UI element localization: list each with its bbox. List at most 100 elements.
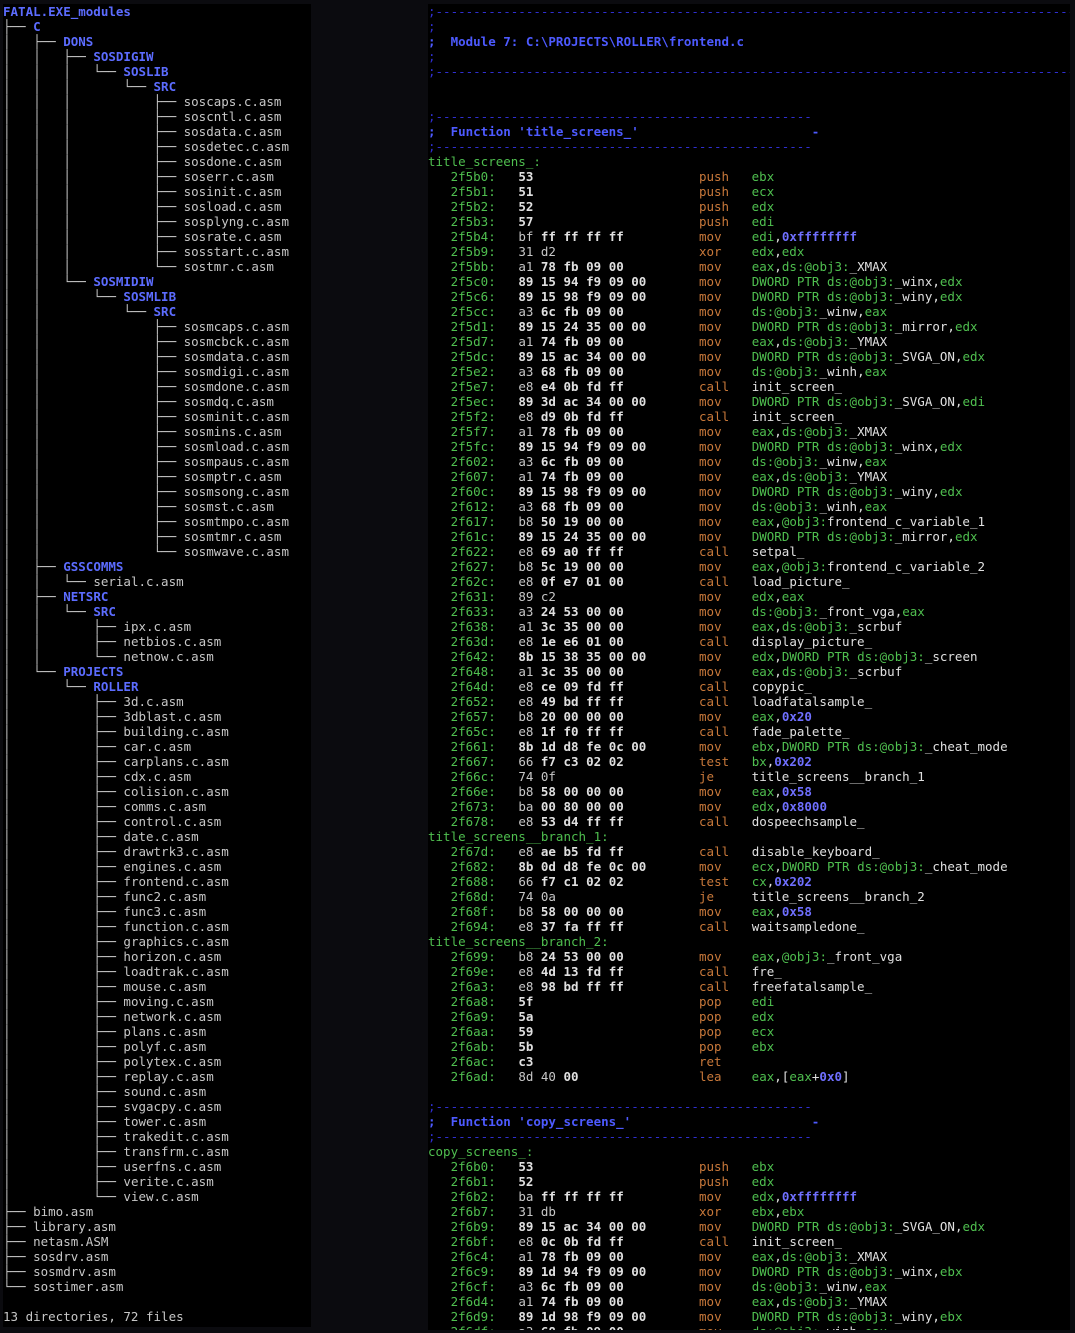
instruction-row[interactable]: 2f642: 8b 15 38 35 00 00 mov edx,DWORD P… <box>428 649 1070 664</box>
instruction-address[interactable]: 2f678: <box>451 814 496 829</box>
tree-file[interactable]: userfns.c.asm <box>123 1159 221 1174</box>
tree-directory[interactable]: SOSMIDIW <box>93 274 153 289</box>
instruction-row[interactable]: 2f5d7: a1 74 fb 09 00 mov eax,ds:@obj3:_… <box>428 334 1070 349</box>
tree-row[interactable]: │ ├── date.c.asm <box>3 829 311 844</box>
tree-file[interactable]: tower.c.asm <box>123 1114 206 1129</box>
instruction-address[interactable]: 2f688: <box>451 874 496 889</box>
instruction-row[interactable]: 2f5dc: 89 15 ac 34 00 00 mov DWORD PTR d… <box>428 349 1070 364</box>
tree-row[interactable]: │ ├── carplans.c.asm <box>3 754 311 769</box>
instruction-address[interactable]: 2f617: <box>451 514 496 529</box>
tree-file[interactable]: sosmcbck.c.asm <box>184 334 289 349</box>
tree-row[interactable]: │ ├── func2.c.asm <box>3 889 311 904</box>
instruction-row[interactable]: 2f5fc: 89 15 94 f9 09 00 mov DWORD PTR d… <box>428 439 1070 454</box>
instruction-address[interactable]: 2f62c: <box>451 574 496 589</box>
tree-file[interactable]: date.c.asm <box>123 829 198 844</box>
tree-row[interactable]: │ ├── trakedit.c.asm <box>3 1129 311 1144</box>
instruction-address[interactable]: 2f69e: <box>451 964 496 979</box>
instruction-address[interactable]: 2f6a9: <box>451 1009 496 1024</box>
instruction-row[interactable]: 2f6b1: 52 push edx <box>428 1174 1070 1189</box>
tree-row[interactable]: │ │ ├── sosmpaus.c.asm <box>3 454 311 469</box>
instruction-row[interactable]: 2f638: a1 3c 35 00 00 mov eax,ds:@obj3:_… <box>428 619 1070 634</box>
tree-row[interactable]: │ └── ROLLER <box>3 679 311 694</box>
tree-file[interactable]: soscntl.c.asm <box>184 109 282 124</box>
instruction-address[interactable]: 2f699: <box>451 949 496 964</box>
instruction-address[interactable]: 2f5d1: <box>451 319 496 334</box>
instruction-address[interactable]: 2f642: <box>451 649 496 664</box>
tree-row[interactable]: │ │ ├── sosmdigi.c.asm <box>3 364 311 379</box>
tree-row[interactable]: │ │ ├── netbios.c.asm <box>3 634 311 649</box>
instruction-row[interactable]: 2f5f7: a1 78 fb 09 00 mov eax,ds:@obj3:_… <box>428 424 1070 439</box>
instruction-address[interactable]: 2f5b9: <box>451 244 496 259</box>
tree-row[interactable]: │ ├── plans.c.asm <box>3 1024 311 1039</box>
tree-file[interactable]: sosmload.c.asm <box>184 439 289 454</box>
instruction-address[interactable]: 2f6ad: <box>451 1069 496 1084</box>
instruction-address[interactable]: 2f5c0: <box>451 274 496 289</box>
instruction-address[interactable]: 2f5b0: <box>451 169 496 184</box>
instruction-row[interactable]: 2f667: 66 f7 c3 02 02 test bx,0x202 <box>428 754 1070 769</box>
tree-row[interactable]: │ │ │ ├── sosdone.c.asm <box>3 154 311 169</box>
tree-row[interactable]: │ │ ├── sosmst.c.asm <box>3 499 311 514</box>
instruction-address[interactable]: 2f6a3: <box>451 979 496 994</box>
tree-file[interactable]: sosmins.c.asm <box>184 424 282 439</box>
tree-file[interactable]: sosmtmpo.c.asm <box>184 514 289 529</box>
tree-row[interactable]: │ ├── svgacpy.c.asm <box>3 1099 311 1114</box>
tree-file[interactable]: carplans.c.asm <box>123 754 228 769</box>
instruction-address[interactable]: 2f5b1: <box>451 184 496 199</box>
tree-row[interactable]: │ ├── function.c.asm <box>3 919 311 934</box>
tree-row[interactable]: │ │ └── serial.c.asm <box>3 574 311 589</box>
tree-file[interactable]: soserr.c.asm <box>184 169 274 184</box>
instruction-row[interactable]: 2f66e: b8 58 00 00 00 mov eax,0x58 <box>428 784 1070 799</box>
tree-file[interactable]: sosmst.c.asm <box>184 499 274 514</box>
tree-row[interactable]: │ │ │ ├── soscntl.c.asm <box>3 109 311 124</box>
tree-file[interactable]: car.c.asm <box>123 739 191 754</box>
tree-directory[interactable]: SRC <box>154 79 177 94</box>
tree-row[interactable]: │ │ │ ├── sosdetec.c.asm <box>3 139 311 154</box>
instruction-row[interactable]: 2f6bf: e8 0c 0b fd ff call init_screen_ <box>428 1234 1070 1249</box>
tree-file[interactable]: 3d.c.asm <box>123 694 183 709</box>
tree-directory[interactable]: SRC <box>154 304 177 319</box>
tree-file[interactable]: sosmwave.c.asm <box>184 544 289 559</box>
tree-row[interactable]: │ │ │ └── SRC <box>3 79 311 94</box>
tree-file[interactable]: sosstart.c.asm <box>184 244 289 259</box>
instruction-address[interactable]: 2f6d9: <box>451 1309 496 1324</box>
tree-file[interactable]: sosplyng.c.asm <box>184 214 289 229</box>
instruction-row[interactable]: 2f5bb: a1 78 fb 09 00 mov eax,ds:@obj3:_… <box>428 259 1070 274</box>
tree-row[interactable]: │ │ │ └── sostmr.c.asm <box>3 259 311 274</box>
instruction-address[interactable]: 2f667: <box>451 754 496 769</box>
tree-directory[interactable]: ROLLER <box>93 679 138 694</box>
tree-file[interactable]: sosmdone.c.asm <box>184 379 289 394</box>
tree-row[interactable]: │ │ │ ├── sosstart.c.asm <box>3 244 311 259</box>
tree-row[interactable]: │ └── view.c.asm <box>3 1189 311 1204</box>
tree-file[interactable]: transfrm.c.asm <box>123 1144 228 1159</box>
instruction-row[interactable]: 2f633: a3 24 53 00 00 mov ds:@obj3:_fron… <box>428 604 1070 619</box>
tree-row[interactable]: │ │ │ ├── sosrate.c.asm <box>3 229 311 244</box>
tree-file[interactable]: func2.c.asm <box>123 889 206 904</box>
instruction-row[interactable]: 2f6aa: 59 pop ecx <box>428 1024 1070 1039</box>
instruction-address[interactable]: 2f5f7: <box>451 424 496 439</box>
instruction-address[interactable]: 2f694: <box>451 919 496 934</box>
function-label[interactable]: title_screens__branch_1: <box>428 829 1070 844</box>
tree-file[interactable]: sosmsong.c.asm <box>184 484 289 499</box>
tree-file[interactable]: ipx.c.asm <box>123 619 191 634</box>
tree-row[interactable]: │ ├── func3.c.asm <box>3 904 311 919</box>
tree-file[interactable]: view.c.asm <box>123 1189 198 1204</box>
instruction-address[interactable]: 2f6a8: <box>451 994 496 1009</box>
instruction-row[interactable]: 2f688: 66 f7 c1 02 02 test cx,0x202 <box>428 874 1070 889</box>
tree-directory[interactable]: DONS <box>63 34 93 49</box>
tree-row[interactable]: │ ├── polyf.c.asm <box>3 1039 311 1054</box>
instruction-row[interactable]: 2f5b3: 57 push edi <box>428 214 1070 229</box>
tree-file[interactable]: sostimer.asm <box>33 1279 123 1294</box>
tree-file[interactable]: polytex.c.asm <box>123 1054 221 1069</box>
instruction-address[interactable]: 2f6df: <box>451 1324 496 1330</box>
instruction-row[interactable]: 2f5b4: bf ff ff ff ff mov edi,0xffffffff <box>428 229 1070 244</box>
tree-row[interactable]: │ ├── GSSCOMMS <box>3 559 311 574</box>
tree-row[interactable]: │ ├── drawtrk3.c.asm <box>3 844 311 859</box>
instruction-row[interactable]: 2f6ac: c3 ret <box>428 1054 1070 1069</box>
instruction-row[interactable]: 2f6df: a3 68 fb 09 00 mov ds:@obj3:_winh… <box>428 1324 1070 1330</box>
instruction-address[interactable]: 2f5fc: <box>451 439 496 454</box>
instruction-row[interactable]: 2f5cc: a3 6c fb 09 00 mov ds:@obj3:_winw… <box>428 304 1070 319</box>
instruction-address[interactable]: 2f622: <box>451 544 496 559</box>
instruction-row[interactable]: 2f67d: e8 ae b5 fd ff call disable_keybo… <box>428 844 1070 859</box>
tree-row[interactable]: │ ├── loadtrak.c.asm <box>3 964 311 979</box>
instruction-row[interactable]: 2f678: e8 53 d4 ff ff call dospeechsampl… <box>428 814 1070 829</box>
